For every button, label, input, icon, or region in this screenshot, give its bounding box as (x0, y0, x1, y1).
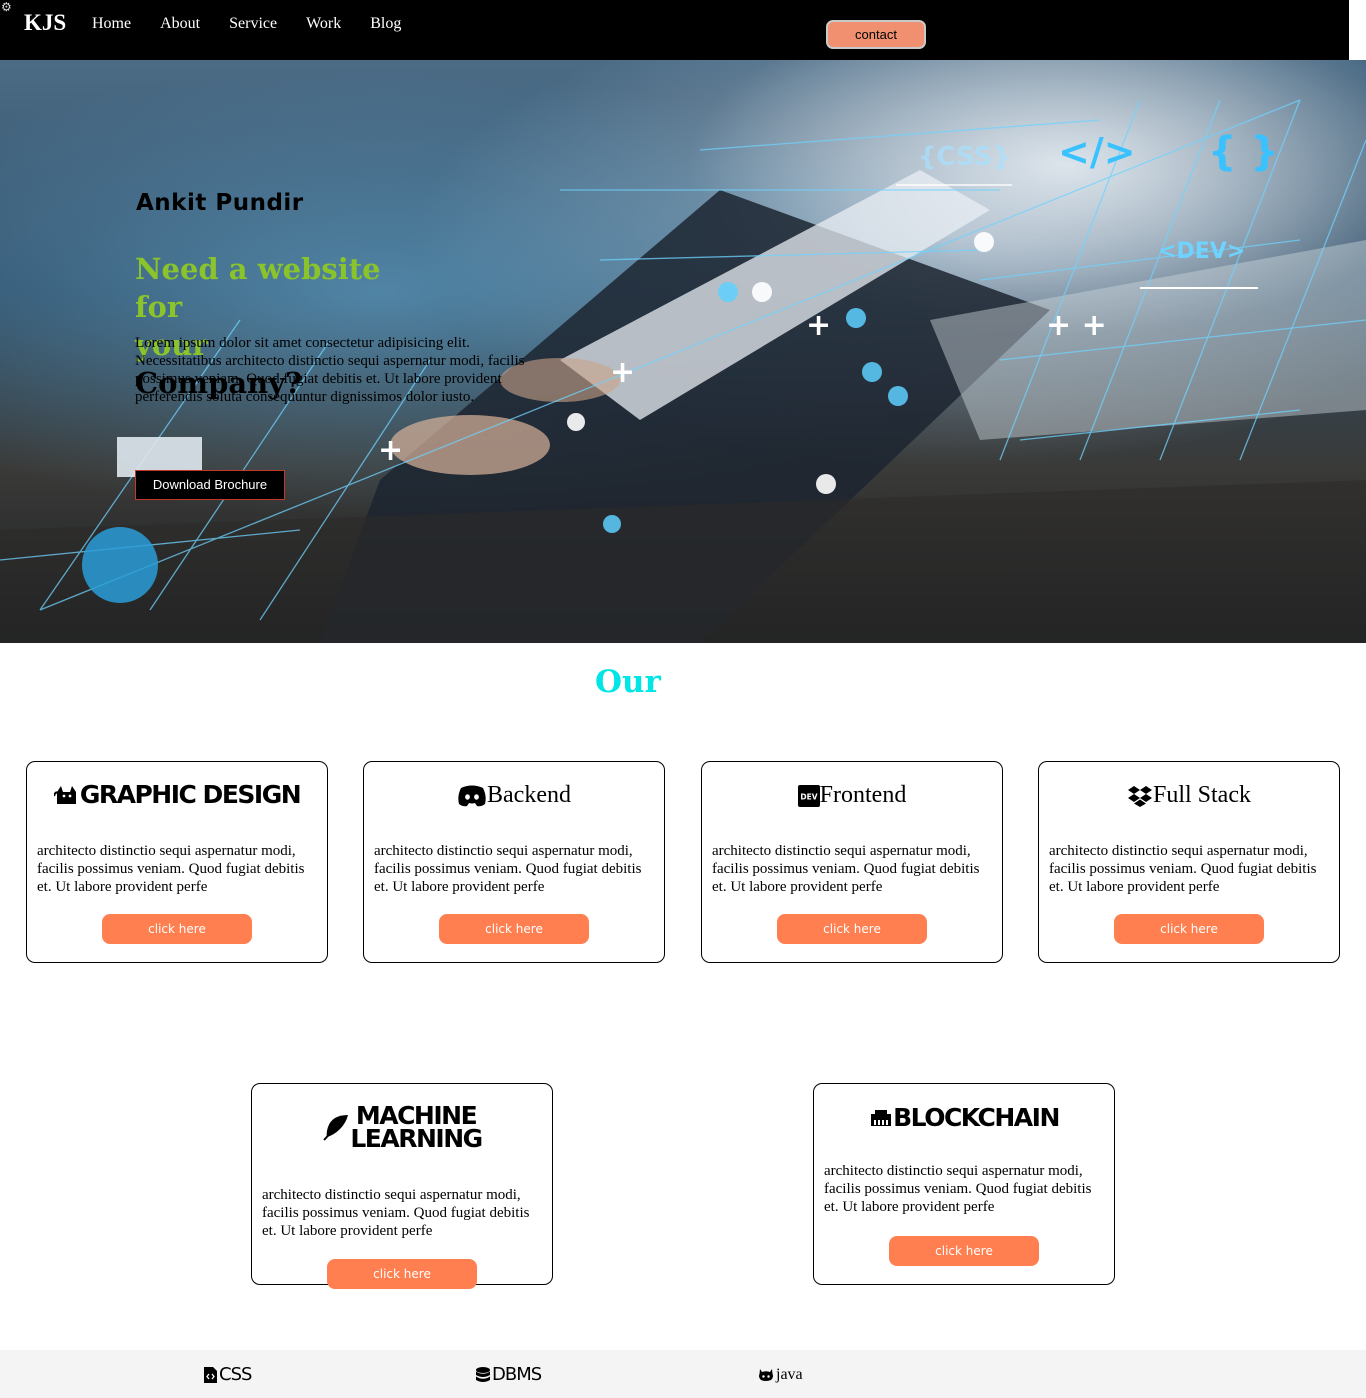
service-card-blockchain: BLOCKCHAIN architecto distinctio sequi a… (813, 1083, 1115, 1285)
service-card-graphic-design: GRAPHIC DESIGN architecto distinctio seq… (26, 761, 328, 963)
ethernet-icon (871, 1109, 892, 1126)
nav-link-service[interactable]: Service (229, 15, 277, 33)
card-title: MACHINE LEARNING (350, 1103, 483, 1153)
github-icon (759, 1369, 773, 1381)
footer-item-dbms[interactable]: DBMS (476, 1364, 542, 1385)
card-title: Full Stack (1152, 782, 1251, 808)
contact-button[interactable]: contact (826, 20, 926, 49)
card-header: Backend (364, 782, 664, 809)
click-here-button[interactable]: click here (1114, 914, 1264, 944)
card-description: architecto distinctio sequi aspernatur m… (1049, 843, 1317, 895)
service-card-full-stack: Full Stack architecto distinctio sequi a… (1038, 761, 1340, 963)
nav-link-work[interactable]: Work (306, 15, 341, 33)
svg-text:+: + (806, 308, 831, 343)
click-here-button[interactable]: click here (777, 914, 927, 944)
card-header: MACHINE LEARNING (252, 1103, 552, 1153)
footer-item-label: CSS (219, 1364, 252, 1385)
cat-icon (53, 786, 76, 804)
discord-icon (458, 785, 486, 806)
card-title-line-2: LEARNING (350, 1124, 483, 1153)
svg-text:DEV: DEV (800, 792, 817, 801)
nav-link-about[interactable]: About (160, 15, 200, 33)
card-header: BLOCKCHAIN (814, 1103, 1114, 1132)
feather-icon (323, 1115, 349, 1141)
footer-item-label: java (776, 1366, 803, 1383)
svg-text:+ +: + + (1046, 308, 1107, 343)
svg-text:</>: </> (1058, 130, 1136, 174)
service-card-machine-learning: MACHINE LEARNING architecto distinctio s… (251, 1083, 553, 1289)
card-description: architecto distinctio sequi aspernatur m… (37, 843, 305, 895)
hero-description: Lorem ipsum dolor sit amet consectetur a… (135, 335, 525, 405)
nav-menu: Home About Service Work Blog (92, 15, 430, 33)
dropbox-icon (1127, 785, 1152, 807)
database-icon (476, 1366, 490, 1382)
file-code-icon (204, 1366, 217, 1383)
svg-text:+: + (378, 433, 403, 468)
footer-bar: CSS DBMS java (0, 1350, 1366, 1398)
click-here-button[interactable]: click here (327, 1259, 477, 1289)
hero-section: </> { } <DEV> {CSS} + + + + + Ankit Pund… (0, 60, 1366, 643)
service-card-frontend: DEV Frontend architecto distinctio sequi… (701, 761, 1003, 963)
footer-item-label: DBMS (492, 1364, 542, 1385)
footer-item-java[interactable]: java (758, 1366, 803, 1384)
card-header: GRAPHIC DESIGN (27, 779, 327, 809)
service-card-backend: Backend architecto distinctio sequi aspe… (363, 761, 665, 963)
dev-icon: DEV (797, 784, 820, 807)
footer-item-css[interactable]: CSS (204, 1364, 252, 1385)
download-brochure-button[interactable]: Download Brochure (135, 470, 285, 500)
top-navbar: ⚙ KJS Home About Service Work Blog conta… (0, 0, 1349, 60)
site-logo[interactable]: KJS (24, 10, 66, 36)
services-section-title: Our (595, 664, 661, 700)
card-title: GRAPHIC DESIGN (79, 779, 302, 809)
card-description: architecto distinctio sequi aspernatur m… (374, 843, 642, 895)
nav-link-home[interactable]: Home (92, 15, 131, 33)
card-title: BLOCKCHAIN (893, 1103, 1060, 1132)
card-header: DEV Frontend (702, 782, 1002, 809)
card-header: Full Stack (1039, 782, 1339, 809)
headline-green-text: Need a website for (135, 252, 381, 324)
click-here-button[interactable]: click here (102, 914, 252, 944)
click-here-button[interactable]: click here (889, 1236, 1039, 1266)
nav-link-blog[interactable]: Blog (370, 15, 401, 33)
hero-name: Ankit Pundir (136, 190, 304, 216)
click-here-button[interactable]: click here (439, 914, 589, 944)
card-description: architecto distinctio sequi aspernatur m… (712, 843, 980, 895)
svg-text:{CSS}: {CSS} (918, 142, 1011, 172)
card-description: architecto distinctio sequi aspernatur m… (262, 1187, 530, 1239)
gear-icon[interactable]: ⚙ (1, 1, 13, 13)
svg-text:{ }: { } (1208, 129, 1279, 175)
svg-text:+: + (610, 355, 635, 390)
svg-text:<DEV>: <DEV> (1158, 239, 1245, 264)
card-description: architecto distinctio sequi aspernatur m… (824, 1163, 1092, 1215)
card-title: Backend (487, 782, 571, 808)
card-title: Frontend (819, 782, 907, 808)
